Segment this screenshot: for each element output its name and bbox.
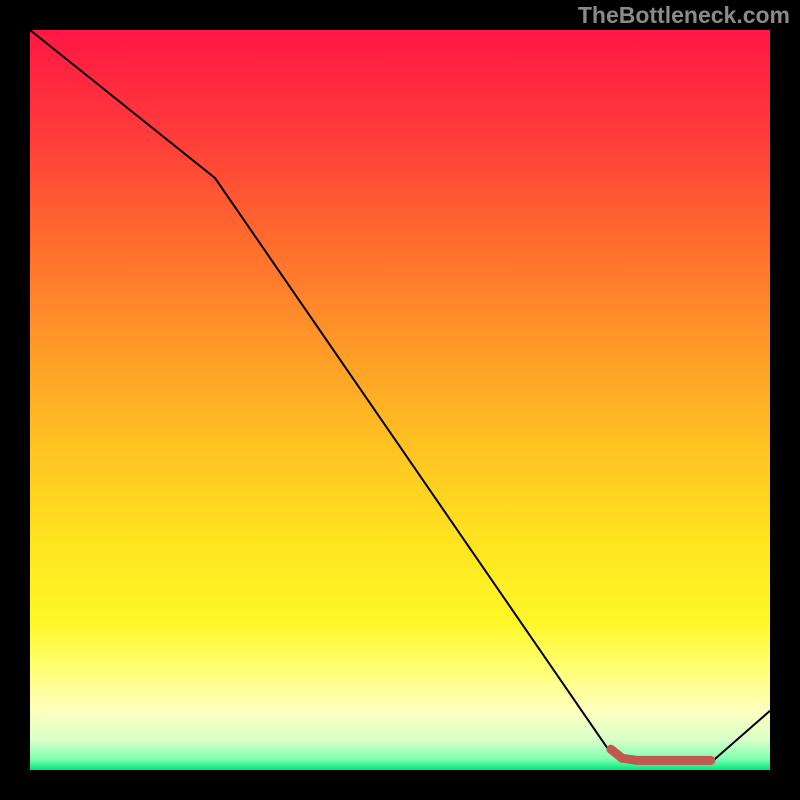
chart-frame: TheBottleneck.com bbox=[0, 0, 800, 800]
watermark-text: TheBottleneck.com bbox=[578, 2, 790, 29]
plot-area bbox=[30, 30, 770, 770]
gradient-background bbox=[30, 30, 770, 770]
bottleneck-chart bbox=[30, 30, 770, 770]
